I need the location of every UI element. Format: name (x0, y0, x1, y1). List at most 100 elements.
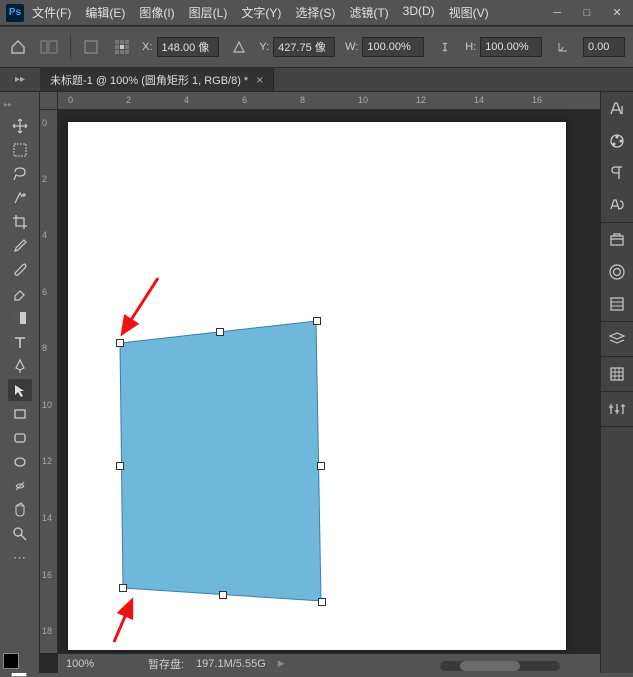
h-input[interactable] (480, 37, 542, 57)
options-bar: X: Y: W: H: (0, 26, 633, 68)
transform-ref-icon[interactable] (39, 36, 60, 58)
properties-panel-icon[interactable] (606, 293, 628, 315)
transform-handle-tm[interactable] (216, 328, 224, 336)
scrollbar-thumb[interactable] (460, 661, 520, 671)
canvas[interactable] (68, 122, 566, 650)
zoom-value[interactable]: 100% (66, 658, 136, 670)
menu-view[interactable]: 视图(V) (449, 4, 489, 21)
shape-polygon[interactable] (120, 321, 321, 601)
h-tick: 8 (300, 95, 305, 105)
link-wh-icon[interactable] (434, 36, 455, 58)
menu-filter[interactable]: 滤镜(T) (349, 4, 388, 21)
marquee-tool[interactable] (8, 139, 32, 161)
h-tick: 2 (126, 95, 131, 105)
document-tab-title: 未标题-1 @ 100% (圆角矩形 1, RGB/8) * (50, 72, 248, 88)
right-panels (600, 92, 633, 673)
scratch-label: 暂存盘: (148, 656, 184, 672)
angle-input[interactable] (583, 37, 625, 57)
panel-group-4 (601, 357, 633, 392)
brush-tool[interactable] (8, 259, 32, 281)
menu-file[interactable]: 文件(F) (32, 4, 71, 21)
menu-layer[interactable]: 图层(L) (189, 4, 228, 21)
delta-icon[interactable] (229, 36, 250, 58)
transform-angle-field (583, 37, 625, 57)
type-tool[interactable] (8, 331, 32, 353)
quick-select-tool[interactable] (8, 187, 32, 209)
rounded-rect-tool[interactable] (8, 427, 32, 449)
transform-handle-mr[interactable] (317, 462, 325, 470)
edit-toolbar-icon[interactable]: ⋯ (8, 547, 32, 569)
adjustments-panel-icon[interactable] (606, 398, 628, 420)
v-tick: 14 (42, 513, 52, 523)
window-controls: ─ □ ✕ (545, 4, 629, 22)
horizontal-ruler[interactable]: 0 2 4 6 8 10 12 14 16 (58, 92, 600, 110)
w-input[interactable] (362, 37, 424, 57)
maximize-button[interactable]: □ (575, 4, 599, 22)
menu-bar: 文件(F) 编辑(E) 图像(I) 图层(L) 文字(Y) 选择(S) 滤镜(T… (32, 4, 545, 21)
menu-select[interactable]: 选择(S) (295, 4, 335, 21)
foreground-swatch[interactable] (3, 653, 19, 669)
scratch-value: 197.1M/5.55G (196, 658, 266, 670)
minimize-button[interactable]: ─ (545, 4, 569, 22)
gradient-tool[interactable] (8, 307, 32, 329)
character-panel-icon[interactable] (606, 98, 628, 120)
cc-panel-icon[interactable] (606, 261, 628, 283)
panel-group-2 (601, 223, 633, 322)
separator (70, 35, 71, 59)
home-icon[interactable] (8, 36, 29, 58)
horizontal-scrollbar[interactable] (440, 661, 560, 671)
tab-expand-toggle[interactable]: ▸▸ (0, 68, 40, 91)
annotation-arrow-top (108, 272, 168, 352)
zoom-tool[interactable] (8, 523, 32, 545)
v-tick: 2 (42, 174, 47, 184)
menu-type[interactable]: 文字(Y) (241, 4, 281, 21)
paragraph-panel-icon[interactable] (606, 162, 628, 184)
path-select-tool[interactable] (8, 379, 32, 401)
transform-handle-bl[interactable] (119, 584, 127, 592)
glyphs-panel-icon[interactable] (606, 194, 628, 216)
libraries-panel-icon[interactable] (606, 229, 628, 251)
canvas-viewport[interactable] (60, 110, 600, 653)
color-swatches[interactable] (3, 653, 19, 669)
swatches-panel-icon[interactable] (606, 130, 628, 152)
eraser-tool[interactable] (8, 283, 32, 305)
channels-panel-icon[interactable] (606, 363, 628, 385)
vertical-ruler[interactable]: 0 2 4 6 8 10 12 14 16 18 (40, 110, 58, 653)
hand-tool[interactable] (8, 499, 32, 521)
healing-tool[interactable] (8, 475, 32, 497)
panel-drag-handle[interactable]: ▸▸ (0, 100, 12, 109)
eyedropper-tool[interactable] (8, 235, 32, 257)
h-tick: 10 (358, 95, 368, 105)
transform-handle-tr[interactable] (313, 317, 321, 325)
rectangle-tool[interactable] (8, 403, 32, 425)
h-tick: 16 (532, 95, 542, 105)
panel-group-5 (601, 392, 633, 427)
h-tick: 4 (184, 95, 189, 105)
document-tab[interactable]: 未标题-1 @ 100% (圆角矩形 1, RGB/8) * × (40, 68, 274, 91)
y-input[interactable] (273, 37, 335, 57)
x-input[interactable] (157, 37, 219, 57)
v-tick: 16 (42, 570, 52, 580)
transform-w-field: W: (345, 37, 424, 57)
transform-handle-br[interactable] (318, 598, 326, 606)
anchor-point-icon[interactable] (81, 36, 102, 58)
status-menu-icon[interactable]: ▶ (278, 658, 285, 669)
reference-grid-icon[interactable] (111, 36, 132, 58)
close-tab-icon[interactable]: × (256, 73, 263, 87)
menu-3d[interactable]: 3D(D) (403, 4, 435, 21)
menu-edit[interactable]: 编辑(E) (85, 4, 125, 21)
layers-panel-icon[interactable] (606, 328, 628, 350)
ruler-origin[interactable] (40, 92, 58, 110)
close-button[interactable]: ✕ (605, 4, 629, 22)
pen-tool[interactable] (8, 355, 32, 377)
transform-handle-ml[interactable] (116, 462, 124, 470)
move-tool[interactable] (8, 115, 32, 137)
rounded-rectangle-shape[interactable] (68, 122, 566, 650)
transform-handle-bm[interactable] (219, 591, 227, 599)
ellipse-tool[interactable] (8, 451, 32, 473)
h-tick: 6 (242, 95, 247, 105)
menu-image[interactable]: 图像(I) (139, 4, 174, 21)
crop-tool[interactable] (8, 211, 32, 233)
x-label: X: (142, 41, 152, 53)
lasso-tool[interactable] (8, 163, 32, 185)
